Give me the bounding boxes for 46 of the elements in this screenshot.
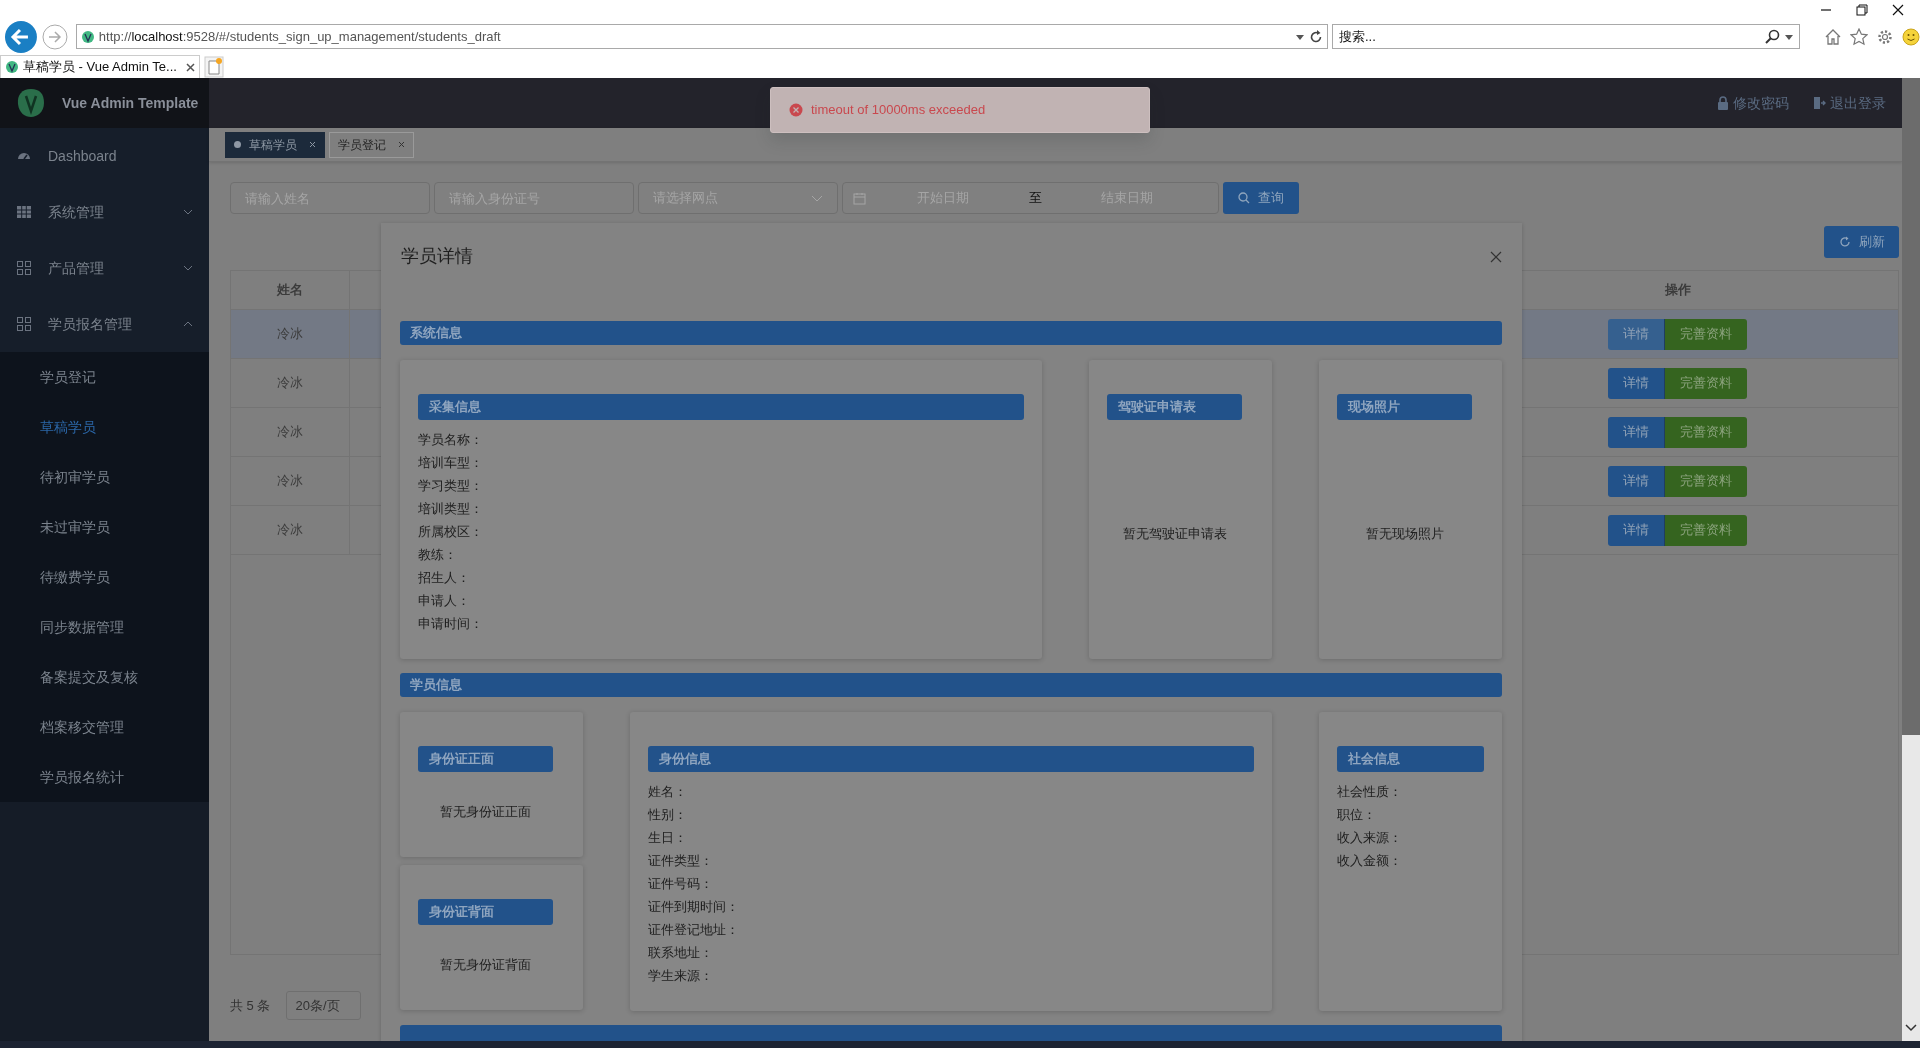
field-label: 所属校区： — [418, 523, 484, 541]
field-label: 证件类型： — [648, 852, 714, 870]
column-header: 姓名 — [231, 271, 350, 309]
card-header: 身份证正面 — [418, 746, 553, 772]
field-label: 申请时间： — [418, 615, 484, 633]
card-header: 身份信息 — [648, 746, 1254, 772]
column-header: 操作 — [1663, 281, 1692, 300]
card-header: 现场照片 — [1337, 394, 1472, 420]
field-label: 教练： — [418, 546, 458, 564]
total-count: 共 5 条 — [230, 996, 271, 1015]
field-label: 生日： — [648, 829, 688, 847]
field-label: 收入来源： — [1337, 829, 1403, 847]
empty-text: 暂无身份证背面 — [439, 956, 532, 974]
field-label: 培训类型： — [418, 500, 484, 518]
field-label: 招生人： — [418, 569, 471, 587]
field-label: 社会性质： — [1337, 783, 1403, 801]
table-cell: 冷冰 — [231, 359, 350, 407]
field-label: 学生来源： — [648, 967, 714, 985]
empty-text: 暂无身份证正面 — [439, 803, 532, 821]
field-label: 学习类型： — [418, 477, 484, 495]
field-label: 姓名： — [648, 783, 688, 801]
field-label: 证件号码： — [648, 875, 714, 893]
field-label: 职位： — [1337, 806, 1377, 824]
table-cell: 冷冰 — [231, 408, 350, 456]
card-header: 采集信息 — [418, 394, 1024, 420]
field-label: 培训车型： — [418, 454, 484, 472]
field-label: 申请人： — [418, 592, 471, 610]
table-cell: 冷冰 — [231, 310, 350, 358]
table-cell: 冷冰 — [231, 457, 350, 505]
dialog-title: 学员详情 — [401, 245, 473, 268]
section-header: 系统信息 — [400, 321, 1502, 345]
card-header: 驾驶证申请表 — [1107, 394, 1242, 420]
field-label: 收入金额： — [1337, 852, 1403, 870]
field-label: 证件登记地址： — [648, 921, 740, 939]
section-header: 学员信息 — [400, 673, 1502, 697]
field-label: 证件到期时间： — [648, 898, 740, 916]
card-header: 社会信息 — [1337, 746, 1484, 772]
logo-title: Vue Admin Template — [62, 93, 199, 113]
field-label: 学员名称： — [418, 431, 484, 449]
empty-text: 暂无驾驶证申请表 — [1121, 525, 1228, 543]
empty-text: 暂无现场照片 — [1364, 525, 1445, 543]
card-header: 身份证背面 — [418, 899, 553, 925]
table-cell: 冷冰 — [231, 506, 350, 554]
field-label: 性别： — [648, 806, 688, 824]
field-label: 联系地址： — [648, 944, 714, 962]
error-toast: timeout of 10000ms exceeded — [770, 87, 1150, 133]
